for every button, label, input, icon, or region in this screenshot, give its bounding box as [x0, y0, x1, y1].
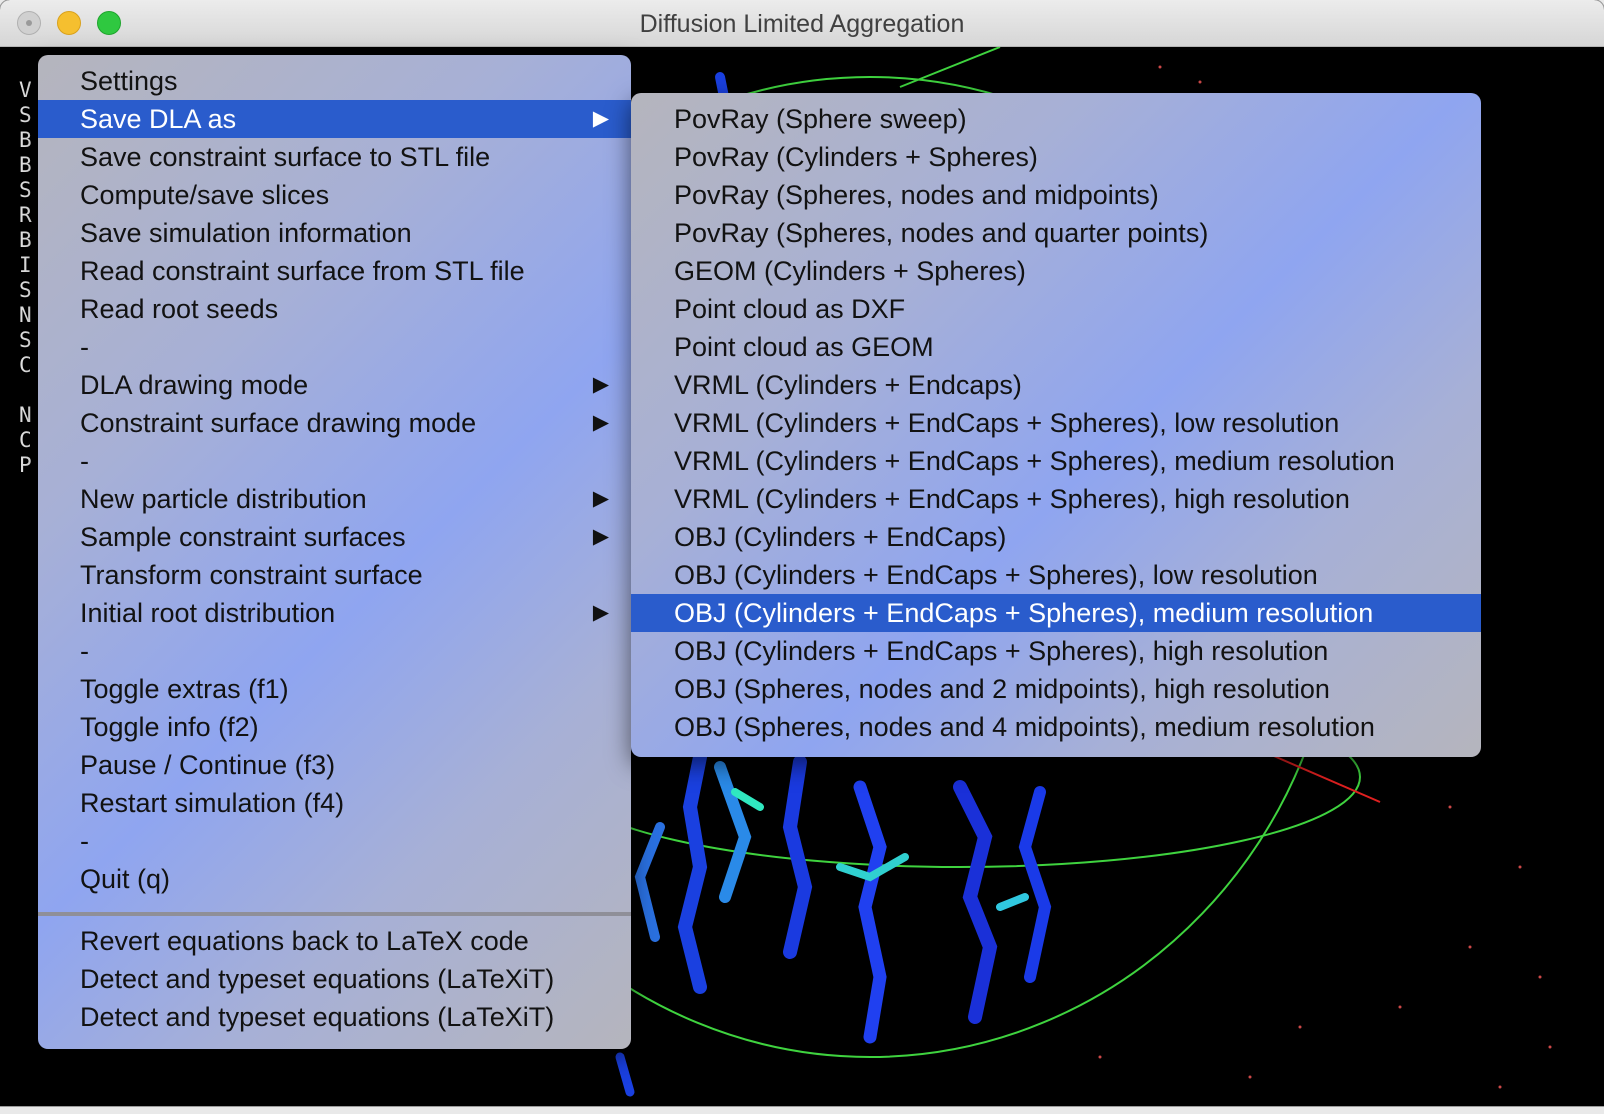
menu-separator: -: [80, 446, 89, 476]
green-axis-line: [899, 47, 1001, 88]
menu-item-save-constraint-stl[interactable]: Save constraint surface to STL file: [38, 138, 631, 176]
submenu-arrow-icon: ▶: [592, 601, 609, 624]
submenu-item-vrml-low-resolution[interactable]: VRML (Cylinders + EndCaps + Spheres), lo…: [631, 404, 1481, 442]
app-window: Diffusion Limited Aggregation V S B B S …: [0, 0, 1604, 1106]
menu-item-read-root-seeds[interactable]: Read root seeds: [38, 290, 631, 328]
info-overlay-letters: V S B B S R B I S N S C N C P: [19, 78, 32, 477]
menu-item-settings[interactable]: Settings: [38, 62, 631, 100]
menu-item-restart-simulation[interactable]: Restart simulation (f4): [38, 784, 631, 822]
menu-separator: -: [80, 636, 89, 666]
submenu-item-point-cloud-dxf[interactable]: Point cloud as DXF: [631, 290, 1481, 328]
submenu-arrow-icon: ▶: [592, 107, 609, 130]
submenu-item-obj-cylinders-endcaps[interactable]: OBJ (Cylinders + EndCaps): [631, 518, 1481, 556]
menu-item-detect-typeset-equations[interactable]: Detect and typeset equations (LaTeXiT): [38, 960, 631, 998]
menu-item-compute-save-slices[interactable]: Compute/save slices: [38, 176, 631, 214]
submenu-item-obj-low-resolution[interactable]: OBJ (Cylinders + EndCaps + Spheres), low…: [631, 556, 1481, 594]
submenu-item-obj-spheres-4-midpoints[interactable]: OBJ (Spheres, nodes and 4 midpoints), me…: [631, 708, 1481, 746]
submenu-item-geom-cylinders-spheres[interactable]: GEOM (Cylinders + Spheres): [631, 252, 1481, 290]
save-dla-submenu: PovRay (Sphere sweep) PovRay (Cylinders …: [631, 93, 1481, 757]
submenu-arrow-icon: ▶: [592, 525, 609, 548]
submenu-arrow-icon: ▶: [592, 411, 609, 434]
services-divider: [38, 912, 631, 916]
menu-item-constraint-surface-drawing-mode[interactable]: Constraint surface drawing mode ▶: [38, 404, 631, 442]
submenu-item-point-cloud-geom[interactable]: Point cloud as GEOM: [631, 328, 1481, 366]
menu-item-quit[interactable]: Quit (q): [38, 860, 631, 898]
menu-item-revert-equations[interactable]: Revert equations back to LaTeX code: [38, 922, 631, 960]
submenu-arrow-icon: ▶: [592, 373, 609, 396]
submenu-item-povray-spheres-quarter-points[interactable]: PovRay (Spheres, nodes and quarter point…: [631, 214, 1481, 252]
submenu-arrow-icon: ▶: [592, 487, 609, 510]
submenu-item-povray-sphere-sweep[interactable]: PovRay (Sphere sweep): [631, 100, 1481, 138]
menu-item-toggle-extras[interactable]: Toggle extras (f1): [38, 670, 631, 708]
menu-item-new-particle-distribution[interactable]: New particle distribution ▶: [38, 480, 631, 518]
menu-item-initial-root-distribution[interactable]: Initial root distribution ▶: [38, 594, 631, 632]
submenu-item-povray-spheres-midpoints[interactable]: PovRay (Spheres, nodes and midpoints): [631, 176, 1481, 214]
submenu-item-vrml-medium-resolution[interactable]: VRML (Cylinders + EndCaps + Spheres), me…: [631, 442, 1481, 480]
menu-item-dla-drawing-mode[interactable]: DLA drawing mode ▶: [38, 366, 631, 404]
menu-item-transform-constraint-surface[interactable]: Transform constraint surface: [38, 556, 631, 594]
title-bar: Diffusion Limited Aggregation: [0, 0, 1604, 47]
menu-separator: -: [80, 826, 89, 856]
menu-separator: -: [80, 332, 89, 362]
window-title: Diffusion Limited Aggregation: [639, 10, 965, 38]
menu-item-toggle-info[interactable]: Toggle info (f2): [38, 708, 631, 746]
submenu-item-obj-spheres-2-midpoints[interactable]: OBJ (Spheres, nodes and 2 midpoints), hi…: [631, 670, 1481, 708]
menu-item-pause-continue[interactable]: Pause / Continue (f3): [38, 746, 631, 784]
menu-item-sample-constraint-surfaces[interactable]: Sample constraint surfaces ▶: [38, 518, 631, 556]
menu-item-detect-typeset-equations[interactable]: Detect and typeset equations (LaTeXiT): [38, 998, 631, 1036]
submenu-item-obj-high-resolution[interactable]: OBJ (Cylinders + EndCaps + Spheres), hig…: [631, 632, 1481, 670]
context-menu: Settings Save DLA as ▶ Save constraint su…: [38, 55, 631, 1049]
menu-item-save-simulation-info[interactable]: Save simulation information: [38, 214, 631, 252]
submenu-item-obj-medium-resolution[interactable]: OBJ (Cylinders + EndCaps + Spheres), med…: [631, 594, 1481, 632]
menu-item-save-dla-as[interactable]: Save DLA as ▶: [38, 100, 631, 138]
submenu-item-vrml-cylinders-endcaps[interactable]: VRML (Cylinders + Endcaps): [631, 366, 1481, 404]
submenu-item-povray-cylinders-spheres[interactable]: PovRay (Cylinders + Spheres): [631, 138, 1481, 176]
submenu-item-vrml-high-resolution[interactable]: VRML (Cylinders + EndCaps + Spheres), hi…: [631, 480, 1481, 518]
menu-item-read-constraint-stl[interactable]: Read constraint surface from STL file: [38, 252, 631, 290]
